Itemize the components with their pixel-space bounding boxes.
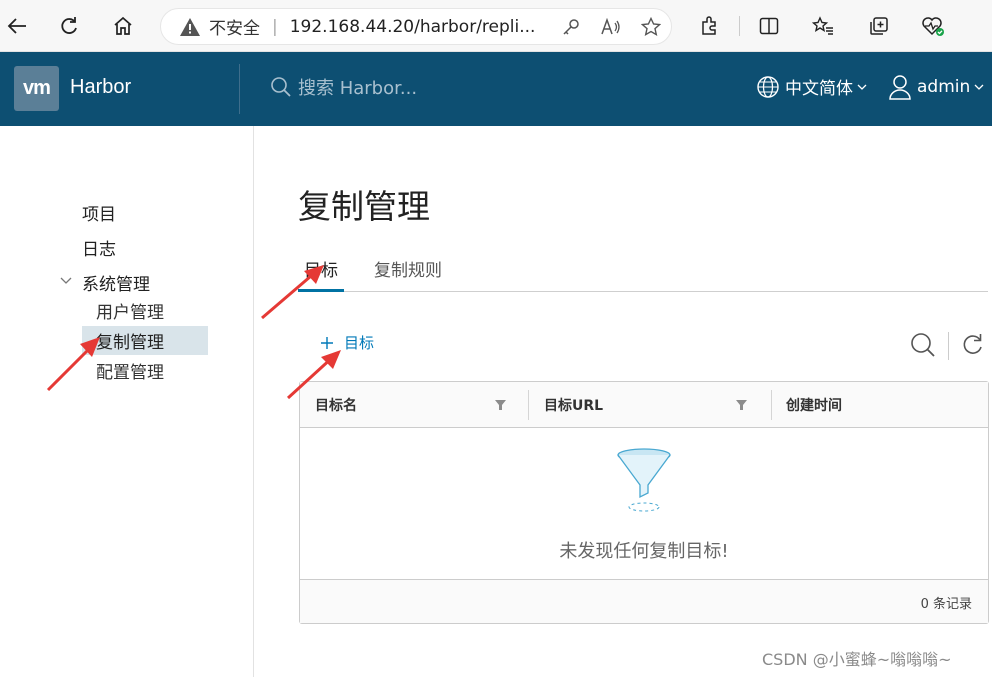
sidebar-item-configuration[interactable]: 配置管理 <box>82 356 208 385</box>
read-aloud-icon[interactable] <box>591 12 631 42</box>
column-header-url[interactable]: 目标URL <box>544 382 603 428</box>
address-separator: | <box>272 16 278 37</box>
warning-icon[interactable] <box>179 16 201 38</box>
user-menu[interactable]: admin <box>888 74 984 100</box>
user-icon <box>889 75 911 100</box>
username: admin <box>917 77 971 97</box>
toolbar-separator <box>948 332 949 360</box>
tab-bar: 目标 复制规则 <box>298 256 988 292</box>
favorite-star-icon[interactable] <box>631 12 671 42</box>
back-icon[interactable] <box>2 10 32 42</box>
app-name[interactable]: Harbor <box>70 76 131 99</box>
filter-icon[interactable] <box>736 400 747 410</box>
column-divider[interactable] <box>771 390 772 420</box>
language-selector[interactable]: 中文简体 <box>756 74 867 99</box>
language-label: 中文简体 <box>785 79 853 99</box>
search-icon <box>271 77 291 97</box>
sidebar-item-logs[interactable]: 日志 <box>82 235 116 260</box>
search-icon[interactable] <box>910 332 936 362</box>
empty-placeholder: 未发现任何复制目标! <box>300 429 988 579</box>
address-bar[interactable]: 不安全 | 192.168.44.20/harbor/repli... <box>160 8 672 45</box>
browser-toolbar: 不安全 | 192.168.44.20/harbor/repli... <box>0 0 992 52</box>
sidebar-item-projects[interactable]: 项目 <box>82 200 116 225</box>
plus-icon <box>321 336 333 349</box>
global-search[interactable]: 搜索 Harbor... <box>270 74 417 100</box>
key-icon[interactable] <box>551 12 591 42</box>
toolbar-divider <box>739 16 740 36</box>
datagrid-footer: 0 条记录 <box>300 579 988 623</box>
insecure-label: 不安全 <box>209 19 260 39</box>
tab-endpoints[interactable]: 目标 <box>298 256 344 292</box>
home-icon[interactable] <box>108 10 138 42</box>
url-text[interactable]: 192.168.44.20/harbor/repli... <box>290 17 551 37</box>
header-divider <box>239 64 240 114</box>
collections-icon[interactable] <box>864 10 894 42</box>
browser-essentials-icon[interactable] <box>918 10 948 42</box>
endpoints-datagrid: 目标名 目标URL 创建时间 未发现任何复制目标! 0 条记录 <box>299 381 989 624</box>
chevron-down-icon[interactable] <box>60 276 72 286</box>
chevron-down-icon <box>974 84 984 90</box>
split-screen-icon[interactable] <box>754 10 784 42</box>
datagrid-header: 目标名 目标URL 创建时间 <box>300 382 988 428</box>
chevron-down-icon <box>857 84 867 90</box>
tab-replication-rules[interactable]: 复制规则 <box>368 256 448 292</box>
add-endpoint-label: 目标 <box>344 334 375 352</box>
refresh-icon[interactable] <box>54 10 84 42</box>
sidebar <box>0 126 254 677</box>
empty-message: 未发现任何复制目标! <box>559 541 729 562</box>
search-input[interactable]: 搜索 Harbor... <box>298 74 417 100</box>
watermark: CSDN @小蜜蜂~嗡嗡嗡~ <box>762 650 952 669</box>
favorites-icon[interactable] <box>808 10 838 42</box>
empty-filter-icon <box>617 448 671 512</box>
column-header-created[interactable]: 创建时间 <box>786 382 842 428</box>
record-count: 0 条记录 <box>920 597 972 612</box>
sidebar-item-administration[interactable]: 系统管理 <box>82 270 150 295</box>
filter-icon[interactable] <box>495 400 506 410</box>
extensions-icon[interactable] <box>694 10 724 42</box>
refresh-icon[interactable] <box>962 332 984 360</box>
sidebar-item-users[interactable]: 用户管理 <box>82 296 208 325</box>
add-endpoint-button[interactable]: 目标 <box>320 332 374 353</box>
sidebar-item-replications[interactable]: 复制管理 <box>82 326 208 355</box>
app-header: vm Harbor 搜索 Harbor... 中文简体 admin <box>0 52 992 126</box>
column-header-name[interactable]: 目标名 <box>315 382 357 428</box>
column-divider[interactable] <box>528 390 529 420</box>
vmware-logo[interactable]: vm <box>14 66 59 111</box>
globe-icon <box>757 75 779 98</box>
page-title: 复制管理 <box>298 187 430 226</box>
